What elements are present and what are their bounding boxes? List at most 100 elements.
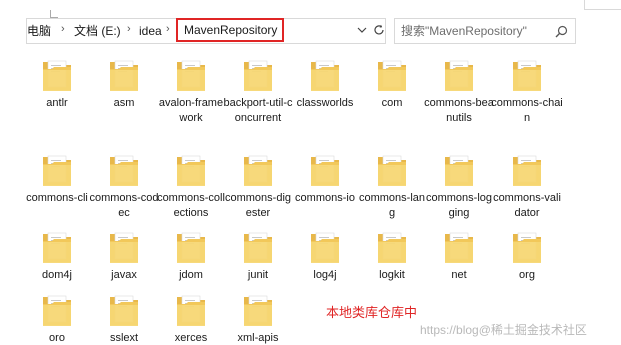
folder-item[interactable]: commons-digester	[222, 151, 294, 221]
folder-item[interactable]: commons-lang	[356, 151, 428, 221]
folder-icon	[110, 60, 138, 91]
folder-icon	[513, 232, 541, 263]
folder-icon	[244, 60, 272, 91]
folder-icon	[311, 155, 339, 186]
folder-label: net	[451, 269, 467, 281]
folder-icon	[110, 295, 138, 326]
search-input[interactable]	[401, 24, 551, 38]
folder-item[interactable]: jdom	[155, 228, 227, 283]
folder-label: logkit	[379, 269, 405, 281]
folder-item[interactable]: log4j	[289, 228, 361, 283]
folder-icon	[244, 232, 272, 263]
breadcrumb-separator-icon[interactable]: ›	[166, 23, 170, 35]
address-bar[interactable]: 电脑 › 文档 (E:) › idea › MavenRepository	[26, 18, 386, 44]
folder-item[interactable]: asm	[88, 56, 160, 111]
folder-label: antlr	[46, 97, 68, 109]
breadcrumb-separator-icon[interactable]: ›	[127, 23, 131, 35]
folder-icon	[445, 155, 473, 186]
folder-icon	[43, 232, 71, 263]
folder-item[interactable]: commons-chain	[491, 56, 563, 126]
folder-label: xerces	[174, 332, 208, 344]
refresh-icon[interactable]	[373, 24, 385, 36]
folder-label: commons-validator	[493, 192, 561, 219]
folder-item[interactable]: avalon-framework	[155, 56, 227, 126]
folder-label: commons-beanutils	[424, 97, 494, 124]
folder-label: commons-collections	[157, 192, 225, 219]
folder-label: avalon-framework	[158, 97, 224, 124]
folder-item[interactable]: commons-validator	[491, 151, 563, 221]
folder-label: commons-chain	[491, 97, 563, 124]
folder-icon	[378, 155, 406, 186]
folder-item[interactable]: commons-cli	[21, 151, 93, 206]
folder-icon	[378, 60, 406, 91]
folder-label: commons-lang	[358, 192, 426, 219]
folder-label: commons-io	[295, 192, 355, 204]
folder-label: backport-util-concurrent	[223, 97, 293, 124]
folder-icon	[244, 155, 272, 186]
folder-item[interactable]: javax	[88, 228, 160, 283]
folder-label: commons-codec	[89, 192, 159, 219]
folder-label: javax	[111, 269, 137, 281]
folder-icon	[244, 295, 272, 326]
folder-icon	[110, 155, 138, 186]
folder-item[interactable]: xml-apis	[222, 291, 294, 345]
folder-label: asm	[113, 97, 135, 109]
breadcrumb-drive[interactable]: 文档 (E:)	[74, 24, 121, 38]
folder-item[interactable]: logkit	[356, 228, 428, 283]
folder-icon	[445, 60, 473, 91]
folder-item[interactable]: com	[356, 56, 428, 111]
breadcrumb-idea[interactable]: idea	[139, 24, 162, 38]
folder-label: commons-digester	[224, 192, 292, 219]
folder-label: com	[381, 97, 403, 109]
folder-icon	[177, 155, 205, 186]
folder-icon	[110, 232, 138, 263]
folder-label: commons-cli	[26, 192, 88, 204]
folder-label: dom4j	[42, 269, 72, 281]
folder-item[interactable]: commons-beanutils	[423, 56, 495, 126]
breadcrumb-current-folder[interactable]: MavenRepository	[176, 18, 284, 42]
annotation-text: 本地类库仓库中	[326, 305, 418, 320]
folder-item[interactable]: xerces	[155, 291, 227, 345]
folder-item[interactable]: sslext	[88, 291, 160, 345]
folder-label: oro	[49, 332, 65, 344]
search-box[interactable]	[394, 18, 576, 44]
folder-icon	[311, 60, 339, 91]
folder-label: jdom	[179, 269, 203, 281]
folder-icon	[311, 232, 339, 263]
folder-label: classworlds	[296, 97, 354, 109]
folder-icon	[43, 295, 71, 326]
folder-icon	[177, 295, 205, 326]
folder-item[interactable]: backport-util-concurrent	[222, 56, 294, 126]
window-edge	[584, 0, 621, 10]
search-icon[interactable]	[555, 25, 568, 38]
folder-item[interactable]: org	[491, 228, 563, 283]
folder-item[interactable]: dom4j	[21, 228, 93, 283]
folder-icon	[513, 155, 541, 186]
folder-item[interactable]: commons-io	[289, 151, 361, 206]
folder-icon	[177, 60, 205, 91]
breadcrumb-this-pc[interactable]: 电脑	[27, 24, 51, 38]
breadcrumb-separator-icon[interactable]: ›	[61, 23, 65, 35]
folder-icon	[43, 60, 71, 91]
folder-item[interactable]: commons-collections	[155, 151, 227, 221]
folder-item[interactable]: antlr	[21, 56, 93, 111]
folder-label: xml-apis	[237, 332, 279, 344]
folder-item[interactable]: junit	[222, 228, 294, 283]
folder-icon	[177, 232, 205, 263]
folder-item[interactable]: commons-codec	[88, 151, 160, 221]
folder-icon	[43, 155, 71, 186]
watermark: https://blog@稀土掘金技术社区	[420, 323, 587, 337]
folder-item[interactable]: commons-logging	[423, 151, 495, 221]
folder-item[interactable]: oro	[21, 291, 93, 345]
folder-icon	[445, 232, 473, 263]
folder-label: log4j	[313, 269, 337, 281]
folder-label: org	[519, 269, 535, 281]
chevron-down-icon[interactable]	[357, 25, 367, 35]
folder-label: commons-logging	[425, 192, 493, 219]
folder-icon	[378, 232, 406, 263]
folder-icon	[513, 60, 541, 91]
window-corner-glyph	[50, 10, 58, 18]
folder-label: junit	[247, 269, 269, 281]
folder-item[interactable]: net	[423, 228, 495, 283]
folder-item[interactable]: classworlds	[289, 56, 361, 111]
